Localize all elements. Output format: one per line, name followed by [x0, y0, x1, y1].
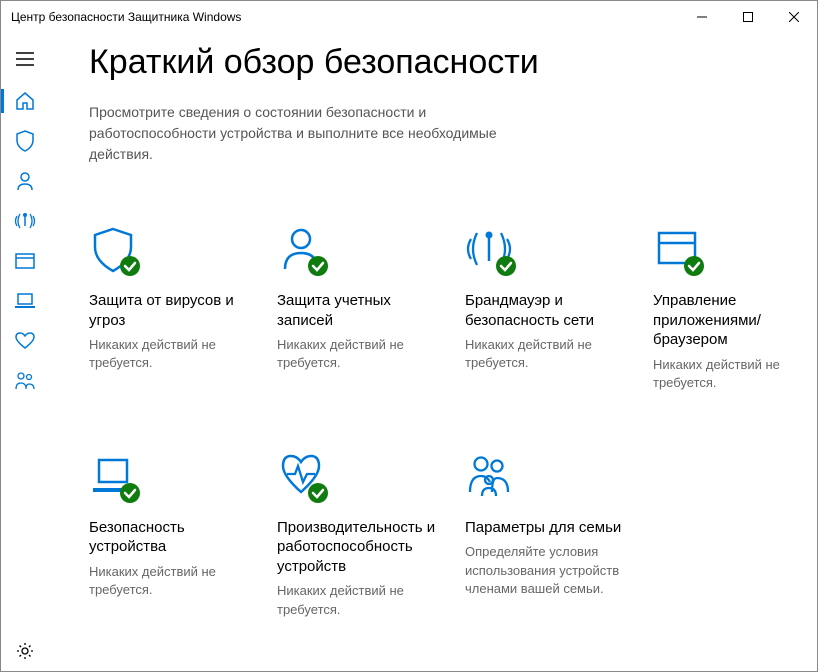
card-virus-protection[interactable]: Защита от вирусов и угроз Никаких действ…: [89, 225, 259, 392]
window-title: Центр безопасности Защитника Windows: [11, 10, 241, 24]
minimize-button[interactable]: [679, 1, 725, 33]
card-title: Брандмауэр и безопасность сети: [465, 291, 635, 330]
card-firewall[interactable]: Брандмауэр и безопасность сети Никаких д…: [465, 225, 635, 392]
card-title: Защита учетных записей: [277, 291, 447, 330]
card-status: Никаких действий не требуется.: [277, 582, 447, 618]
person-icon: [16, 171, 34, 191]
card-status: Определяйте условия использования устрой…: [465, 543, 635, 598]
nav-firewall[interactable]: [1, 201, 49, 241]
card-device-security[interactable]: Безопасность устройства Никаких действий…: [89, 452, 259, 619]
nav-menu-button[interactable]: [1, 37, 49, 81]
maximize-button[interactable]: [725, 1, 771, 33]
home-icon: [15, 91, 35, 111]
shield-icon: [15, 130, 35, 152]
network-icon: [14, 211, 36, 231]
page-subtitle: Просмотрите сведения о состоянии безопас…: [89, 102, 529, 165]
nav-account-protection[interactable]: [1, 161, 49, 201]
card-status: Никаких действий не требуется.: [277, 336, 447, 372]
card-title: Параметры для семьи: [465, 518, 635, 538]
check-badge-icon: [495, 255, 517, 277]
close-button[interactable]: [771, 1, 817, 33]
heart-icon: [14, 332, 36, 350]
card-family[interactable]: Параметры для семьи Определяйте условия …: [465, 452, 635, 619]
card-performance[interactable]: Производительность и работоспособность у…: [277, 452, 447, 619]
minimize-icon: [697, 12, 707, 22]
card-status: Никаких действий не требуется.: [653, 356, 817, 392]
nav-device-security[interactable]: [1, 281, 49, 321]
nav-performance[interactable]: [1, 321, 49, 361]
card-title: Защита от вирусов и угроз: [89, 291, 259, 330]
nav-settings[interactable]: [1, 631, 49, 671]
family-icon: [465, 452, 513, 500]
check-badge-icon: [119, 255, 141, 277]
card-title: Управление приложениями/браузером: [653, 291, 817, 350]
card-app-browser[interactable]: Управление приложениями/браузером Никаки…: [653, 225, 817, 392]
laptop-icon: [14, 293, 36, 309]
check-badge-icon: [683, 255, 705, 277]
nav-home[interactable]: [1, 81, 49, 121]
check-badge-icon: [119, 482, 141, 504]
page-title: Краткий обзор безопасности: [89, 43, 797, 82]
card-status: Никаких действий не требуется.: [89, 563, 259, 599]
browser-icon: [15, 253, 35, 269]
card-title: Производительность и работоспособность у…: [277, 518, 447, 577]
title-bar: Центр безопасности Защитника Windows: [1, 1, 817, 33]
check-badge-icon: [307, 482, 329, 504]
nav-family[interactable]: [1, 361, 49, 401]
check-badge-icon: [307, 255, 329, 277]
maximize-icon: [743, 12, 753, 22]
card-title: Безопасность устройства: [89, 518, 259, 557]
card-status: Никаких действий не требуется.: [89, 336, 259, 372]
family-icon: [14, 371, 36, 391]
nav-app-browser[interactable]: [1, 241, 49, 281]
hamburger-icon: [16, 52, 34, 66]
sidebar: [1, 33, 49, 671]
nav-virus-protection[interactable]: [1, 121, 49, 161]
close-icon: [789, 12, 799, 22]
card-account-protection[interactable]: Защита учетных записей Никаких действий …: [277, 225, 447, 392]
security-cards: Защита от вирусов и угроз Никаких действ…: [89, 225, 797, 619]
main-content: Краткий обзор безопасности Просмотрите с…: [49, 33, 817, 671]
card-status: Никаких действий не требуется.: [465, 336, 635, 372]
gear-icon: [16, 642, 34, 660]
